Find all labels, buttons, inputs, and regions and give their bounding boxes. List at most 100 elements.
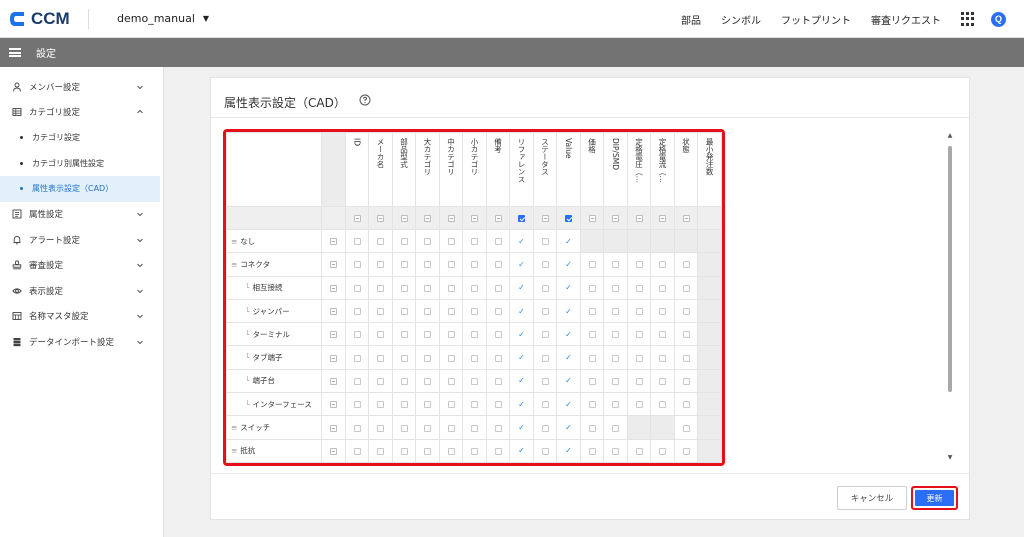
attribute-checkbox[interactable]	[494, 261, 502, 269]
checkmark-icon[interactable]: ✓	[565, 353, 572, 362]
attribute-checkbox[interactable]	[353, 284, 361, 292]
checkmark-icon[interactable]: ✓	[518, 330, 525, 339]
checkmark-icon[interactable]: ✓	[565, 283, 572, 292]
attribute-checkbox[interactable]	[353, 447, 361, 455]
attribute-checkbox[interactable]	[447, 238, 455, 246]
attribute-checkbox[interactable]	[541, 261, 549, 269]
update-button[interactable]: 更新	[911, 486, 958, 510]
indeterminate-checkbox[interactable]	[471, 215, 479, 222]
attribute-checkbox[interactable]	[471, 377, 479, 385]
attribute-checkbox[interactable]	[541, 308, 549, 316]
attribute-checkbox[interactable]	[635, 331, 643, 339]
attribute-checkbox[interactable]	[447, 447, 455, 455]
attribute-checkbox[interactable]	[353, 377, 361, 385]
attribute-checkbox[interactable]	[588, 377, 596, 385]
attribute-checkbox[interactable]	[400, 401, 408, 409]
attribute-checkbox[interactable]	[635, 447, 643, 455]
attribute-checkbox[interactable]	[541, 354, 549, 362]
attribute-checkbox[interactable]	[377, 331, 385, 339]
attribute-checkbox[interactable]	[541, 331, 549, 339]
attribute-checkbox[interactable]	[471, 331, 479, 339]
checkmark-icon[interactable]: ✓	[565, 423, 572, 432]
attribute-checkbox[interactable]	[400, 261, 408, 269]
attribute-checkbox[interactable]	[377, 354, 385, 362]
checkmark-icon[interactable]: ✓	[565, 307, 572, 316]
attribute-checkbox[interactable]	[588, 261, 596, 269]
checkmark-icon[interactable]: ✓	[518, 237, 525, 246]
attribute-checkbox[interactable]	[541, 284, 549, 292]
attribute-checkbox[interactable]	[682, 447, 690, 455]
attribute-checkbox[interactable]	[541, 377, 549, 385]
indeterminate-checkbox[interactable]	[400, 215, 408, 222]
attribute-checkbox[interactable]	[612, 284, 619, 292]
attribute-checkbox[interactable]	[659, 308, 666, 316]
attribute-checkbox[interactable]	[377, 447, 385, 455]
attribute-checkbox[interactable]	[541, 447, 549, 455]
attribute-checkbox[interactable]	[424, 261, 432, 269]
attribute-checkbox[interactable]	[588, 447, 596, 455]
collapse-icon[interactable]: ≡	[231, 423, 237, 432]
attribute-checkbox[interactable]	[447, 401, 455, 409]
indeterminate-checkbox[interactable]	[353, 215, 361, 222]
checkmark-icon[interactable]: ✓	[518, 446, 525, 455]
row-toggle-checkbox[interactable]	[329, 401, 337, 409]
attribute-checkbox[interactable]	[588, 424, 596, 432]
attribute-checkbox[interactable]	[377, 401, 385, 409]
attribute-checkbox[interactable]	[682, 377, 690, 385]
nav-review-requests[interactable]: 審査リクエスト	[871, 12, 941, 27]
attribute-checkbox[interactable]	[682, 331, 690, 339]
sidebar-item-alert-settings[interactable]: アラート設定	[0, 227, 163, 253]
collapse-icon[interactable]: ≡	[231, 237, 237, 246]
attribute-checkbox[interactable]	[377, 424, 385, 432]
attribute-checkbox[interactable]	[447, 377, 455, 385]
attribute-checkbox[interactable]	[682, 424, 690, 432]
row-toggle-checkbox[interactable]	[329, 331, 337, 339]
attribute-checkbox[interactable]	[471, 447, 479, 455]
attribute-checkbox[interactable]	[682, 308, 690, 316]
attribute-checkbox[interactable]	[447, 354, 455, 362]
attribute-checkbox[interactable]	[353, 261, 361, 269]
attribute-checkbox[interactable]	[471, 401, 479, 409]
attribute-checkbox[interactable]	[424, 308, 432, 316]
indeterminate-checkbox[interactable]	[612, 215, 619, 222]
checkmark-icon[interactable]: ✓	[518, 423, 525, 432]
attribute-checkbox[interactable]	[682, 261, 690, 269]
attribute-checkbox[interactable]	[494, 401, 502, 409]
indeterminate-checkbox[interactable]	[635, 215, 643, 222]
scroll-up-icon[interactable]: ▲	[946, 132, 954, 140]
attribute-checkbox[interactable]	[494, 424, 502, 432]
attribute-checkbox[interactable]	[424, 401, 432, 409]
sidebar-item-data-import-settings[interactable]: データインポート設定	[0, 329, 163, 355]
ccm-logo[interactable]: CCM	[8, 9, 70, 29]
attribute-checkbox[interactable]	[424, 331, 432, 339]
attribute-checkbox[interactable]	[424, 354, 432, 362]
attribute-checkbox[interactable]	[588, 331, 596, 339]
attribute-checkbox[interactable]	[377, 377, 385, 385]
checkmark-icon[interactable]: ✓	[565, 330, 572, 339]
row-toggle-checkbox[interactable]	[329, 308, 337, 316]
attribute-checkbox[interactable]	[659, 261, 666, 269]
attribute-checkbox[interactable]	[494, 377, 502, 385]
attribute-checkbox[interactable]	[588, 308, 596, 316]
attribute-checkbox[interactable]	[471, 261, 479, 269]
checkmark-icon[interactable]: ✓	[518, 376, 525, 385]
indeterminate-checkbox[interactable]	[588, 215, 596, 222]
attribute-checkbox[interactable]	[447, 331, 455, 339]
attribute-checkbox[interactable]	[424, 424, 432, 432]
sidebar-item-member-settings[interactable]: メンバー設定	[0, 74, 163, 100]
attribute-checkbox[interactable]	[588, 284, 596, 292]
attribute-checkbox[interactable]	[635, 377, 643, 385]
nav-parts[interactable]: 部品	[681, 12, 701, 27]
attribute-checkbox[interactable]	[541, 424, 549, 432]
menu-icon[interactable]	[9, 48, 21, 57]
attribute-checkbox[interactable]	[377, 238, 385, 246]
checkmark-icon[interactable]: ✓	[565, 446, 572, 455]
attribute-checkbox[interactable]	[612, 401, 619, 409]
attribute-checkbox[interactable]	[494, 308, 502, 316]
attribute-checkbox[interactable]	[494, 447, 502, 455]
row-toggle-checkbox[interactable]	[329, 354, 337, 362]
indeterminate-checkbox[interactable]	[659, 215, 666, 222]
attribute-checkbox[interactable]	[471, 308, 479, 316]
checkmark-icon[interactable]: ✓	[518, 353, 525, 362]
row-toggle-checkbox[interactable]	[329, 424, 337, 432]
